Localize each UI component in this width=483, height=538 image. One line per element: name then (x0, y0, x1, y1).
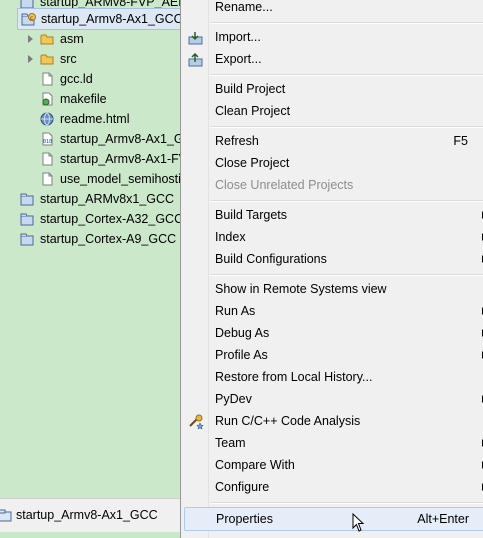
project-explorer-tree: startup_ARMv8-FVP_AEM c startup_Armv8-Ax1_… (0, 0, 234, 498)
import-icon (188, 30, 204, 45)
file-icon (40, 152, 54, 166)
menu-item-run-as[interactable]: Run As (184, 300, 483, 322)
menu-item-label: Import... (215, 30, 261, 44)
export-icon (188, 52, 204, 67)
menu-item-refresh[interactable]: Refresh F5 (184, 130, 483, 152)
status-project-icon (0, 509, 12, 526)
menu-item-label: Build Targets (215, 208, 288, 222)
folder-icon (40, 52, 54, 66)
menu-item-run-c-c-code-analysis[interactable]: Run C/C++ Code Analysis (184, 410, 483, 432)
project-icon (20, 232, 34, 246)
menu-separator (211, 126, 483, 128)
binary-file-icon: 010 (40, 132, 54, 146)
menu-item-label: Show in Remote Systems view (215, 282, 387, 296)
project-open-icon: c (21, 12, 36, 26)
menu-item-debug-as[interactable]: Debug As (184, 322, 483, 344)
menu-item-label: Index (215, 230, 246, 244)
menu-item-clean-project[interactable]: Clean Project (184, 100, 483, 122)
tree-item-label: gcc.ld (60, 72, 93, 86)
tree-item-label: startup_Cortex-A32_GCC (40, 212, 184, 226)
menu-separator (211, 22, 483, 24)
menu-item-pydev[interactable]: PyDev (184, 388, 483, 410)
menu-item-label: Export... (215, 52, 262, 66)
menu-item-properties[interactable]: Properties Alt+Enter (184, 507, 483, 531)
tree-item-label: src (60, 52, 77, 66)
tree-file-launch[interactable]: startup_Armv8-Ax1-FVP.launch (0, 149, 234, 169)
menu-item-profile-as[interactable]: Profile As (184, 344, 483, 366)
file-icon (40, 72, 54, 86)
menu-item-export[interactable]: Export... (184, 48, 483, 70)
menu-item-build-targets[interactable]: Build Targets (184, 204, 483, 226)
context-menu: Rename... Import... Export... Build Project… (180, 0, 483, 538)
folder-icon (40, 32, 54, 46)
project-icon (20, 192, 34, 206)
menu-item-shortcut: Alt+Enter (417, 512, 469, 526)
menu-item-close-project[interactable]: Close Project (184, 152, 483, 174)
makefile-icon (40, 92, 54, 106)
menu-item-label: Rename... (215, 0, 273, 14)
tree-file-makefile[interactable]: makefile (0, 89, 180, 109)
menu-item-label: Build Project (215, 82, 286, 96)
menu-separator (211, 74, 483, 76)
file-icon (40, 172, 54, 186)
menu-item-compare-with[interactable]: Compare With (184, 454, 483, 476)
tree-item-label: startup_ARMv8x1_GCC (40, 192, 175, 206)
menu-item-label: Profile As (215, 348, 268, 362)
menu-item-label: Build Configurations (215, 252, 327, 266)
menu-item-label: Restore from Local History... (215, 370, 373, 384)
status-bar: startup_Armv8-Ax1_GCC (0, 498, 180, 532)
expand-twisty-icon[interactable] (28, 55, 33, 63)
menu-item-label: Properties (216, 512, 273, 526)
tree-item-label: asm (60, 32, 84, 46)
menu-separator (211, 274, 483, 276)
menu-item-close-unrelated-projects: Close Unrelated Projects (184, 174, 483, 196)
status-label: startup_Armv8-Ax1_GCC (16, 508, 158, 522)
menu-item-label: Close Project (215, 156, 290, 170)
menu-item-show-in-remote-systems-view[interactable]: Show in Remote Systems view (184, 278, 483, 300)
project-icon (20, 212, 34, 226)
code-analysis-icon (188, 414, 204, 430)
menu-item-label: PyDev (215, 392, 252, 406)
menu-item-build-project[interactable]: Build Project (184, 78, 483, 100)
tree-project-a9[interactable]: startup_Cortex-A9_GCC (0, 229, 180, 249)
tree-project-armv8x1[interactable]: startup_ARMv8x1_GCC (0, 189, 180, 209)
tree-file-readme[interactable]: readme.html (0, 109, 180, 129)
tree-item-label: startup_Armv8-Ax1_GCC (41, 12, 183, 26)
mouse-cursor-icon (352, 512, 366, 536)
tree-file-gccld[interactable]: gcc.ld (0, 69, 180, 89)
expand-twisty-icon[interactable] (28, 35, 33, 43)
tree-folder-src[interactable]: src (0, 49, 180, 69)
menu-separator (211, 502, 483, 504)
menu-item-shortcut: F5 (453, 134, 468, 148)
svg-text:010: 010 (43, 139, 52, 145)
menu-item-restore-from-local-history[interactable]: Restore from Local History... (184, 366, 483, 388)
menu-item-rename[interactable]: Rename... (184, 0, 483, 18)
menu-item-label: Clean Project (215, 104, 291, 118)
menu-item-label: Debug As (215, 326, 270, 340)
tree-project-ax1[interactable]: c startup_Armv8-Ax1_GCC (17, 8, 183, 30)
html-file-icon (40, 112, 54, 126)
menu-item-label: Compare With (215, 458, 295, 472)
tree-file-ds[interactable]: use_model_semihosting.ds (0, 169, 211, 189)
menu-item-build-configurations[interactable]: Build Configurations (184, 248, 483, 270)
tree-file-axf[interactable]: 010 startup_Armv8-Ax1_GCC.axf (0, 129, 222, 149)
tree-folder-asm[interactable]: asm (0, 29, 180, 49)
menu-separator (211, 200, 483, 202)
menu-item-label: Run As (215, 304, 256, 318)
svg-text:c: c (30, 15, 33, 22)
menu-item-team[interactable]: Team (184, 432, 483, 454)
menu-item-label: Close Unrelated Projects (215, 178, 354, 192)
menu-item-label: Team (215, 436, 246, 450)
menu-item-label: Refresh (215, 134, 259, 148)
tree-item-label: startup_Cortex-A9_GCC (40, 232, 177, 246)
tree-item-label: makefile (60, 92, 107, 106)
menu-item-label: Run C/C++ Code Analysis (215, 414, 361, 428)
tree-item-label: readme.html (60, 112, 130, 126)
tree-project-a32[interactable]: startup_Cortex-A32_GCC (0, 209, 184, 229)
menu-item-label: Configure (215, 480, 270, 494)
menu-item-import[interactable]: Import... (184, 26, 483, 48)
menu-item-configure[interactable]: Configure (184, 476, 483, 498)
menu-item-index[interactable]: Index (184, 226, 483, 248)
